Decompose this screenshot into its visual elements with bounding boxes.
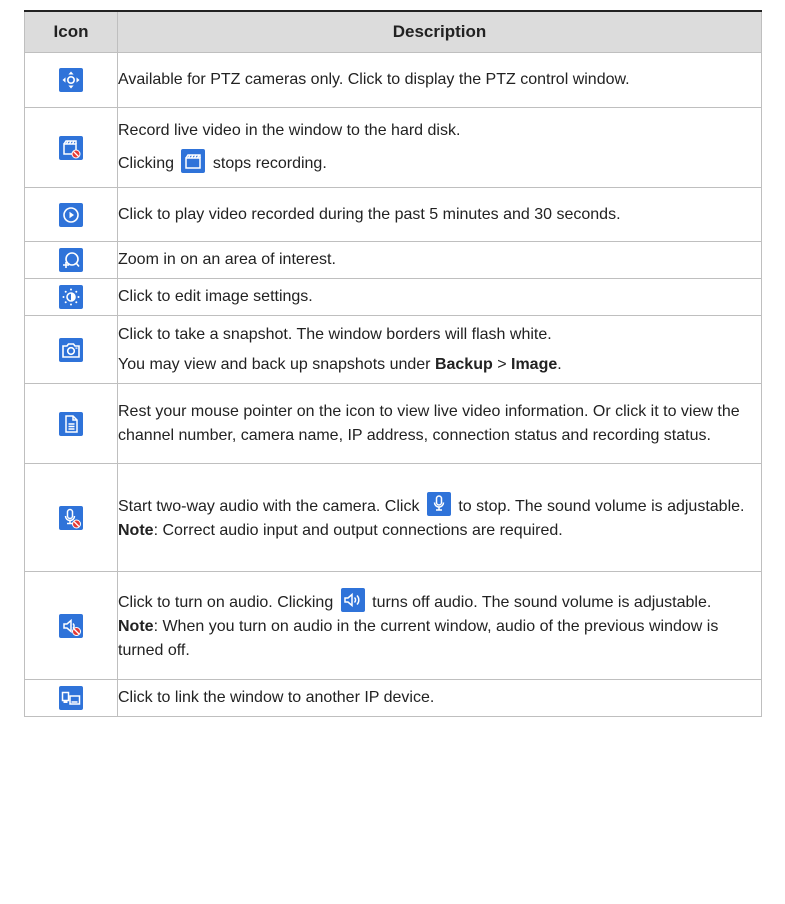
table-row: Click to turn on audio. Clicking turns o… bbox=[24, 571, 762, 680]
description-paragraph: Start two-way audio with the camera. Cli… bbox=[118, 492, 761, 519]
play-icon bbox=[59, 202, 83, 227]
table-row: Click to take a snapshot. The window bor… bbox=[24, 315, 762, 384]
table-row: Zoom in on an area of interest. bbox=[24, 241, 762, 279]
speaker-muted-icon bbox=[59, 613, 83, 638]
row-description: Click to play video recorded during the … bbox=[117, 187, 762, 242]
table-header-row: Icon Description bbox=[24, 10, 762, 53]
note-paragraph: Note: When you turn on audio in the curr… bbox=[118, 618, 719, 659]
row-description: Start two-way audio with the camera. Cli… bbox=[117, 463, 762, 572]
table-row: Click to play video recorded during the … bbox=[24, 187, 762, 242]
table-row: Click to edit image settings. bbox=[24, 278, 762, 316]
icon-description-table: Icon Description Available for PTZ camer… bbox=[24, 10, 762, 717]
menu-path-image: Image bbox=[511, 355, 558, 373]
note-label: Note bbox=[118, 618, 154, 635]
description-paragraph: Clicking stops recording. bbox=[118, 149, 761, 176]
row-description: Zoom in on an area of interest. bbox=[117, 241, 762, 279]
note-label: Note bbox=[118, 522, 154, 539]
description-paragraph: Click to turn on audio. Clicking turns o… bbox=[118, 588, 761, 615]
description-paragraph: Click to take a snapshot. The window bor… bbox=[118, 325, 552, 343]
column-header-description: Description bbox=[117, 10, 762, 53]
zoom-in-icon bbox=[59, 248, 83, 272]
document-info-icon bbox=[59, 411, 83, 436]
record-disabled-icon bbox=[59, 135, 83, 160]
microphone-icon bbox=[426, 492, 451, 516]
link-device-icon bbox=[59, 686, 83, 710]
speaker-icon bbox=[340, 588, 365, 612]
table-row: Rest your mouse pointer on the icon to v… bbox=[24, 383, 762, 464]
column-header-icon: Icon bbox=[24, 10, 118, 53]
description-paragraph: You may view and back up snapshots under… bbox=[118, 355, 562, 373]
table-row: Record live video in the window to the h… bbox=[24, 107, 762, 188]
note-paragraph: Note: Correct audio input and output con… bbox=[118, 522, 563, 539]
row-description: Click to edit image settings. bbox=[117, 278, 762, 316]
row-description: Click to turn on audio. Clicking turns o… bbox=[117, 571, 762, 680]
row-description: Click to link the window to another IP d… bbox=[117, 679, 762, 717]
recording-icon bbox=[181, 149, 206, 173]
description-paragraph: Record live video in the window to the h… bbox=[118, 122, 461, 139]
image-settings-icon bbox=[59, 285, 83, 309]
row-description: Available for PTZ cameras only. Click to… bbox=[117, 52, 762, 108]
row-description: Click to take a snapshot. The window bor… bbox=[117, 315, 762, 384]
microphone-disabled-icon bbox=[59, 505, 83, 530]
row-description: Record live video in the window to the h… bbox=[117, 107, 762, 188]
table-row: Click to link the window to another IP d… bbox=[24, 679, 762, 717]
camera-snapshot-icon bbox=[59, 337, 83, 362]
table-row: Start two-way audio with the camera. Cli… bbox=[24, 463, 762, 572]
ptz-icon bbox=[59, 68, 83, 92]
row-description: Rest your mouse pointer on the icon to v… bbox=[117, 383, 762, 464]
menu-path-backup: Backup bbox=[434, 355, 493, 373]
table-row: Available for PTZ cameras only. Click to… bbox=[24, 52, 762, 108]
